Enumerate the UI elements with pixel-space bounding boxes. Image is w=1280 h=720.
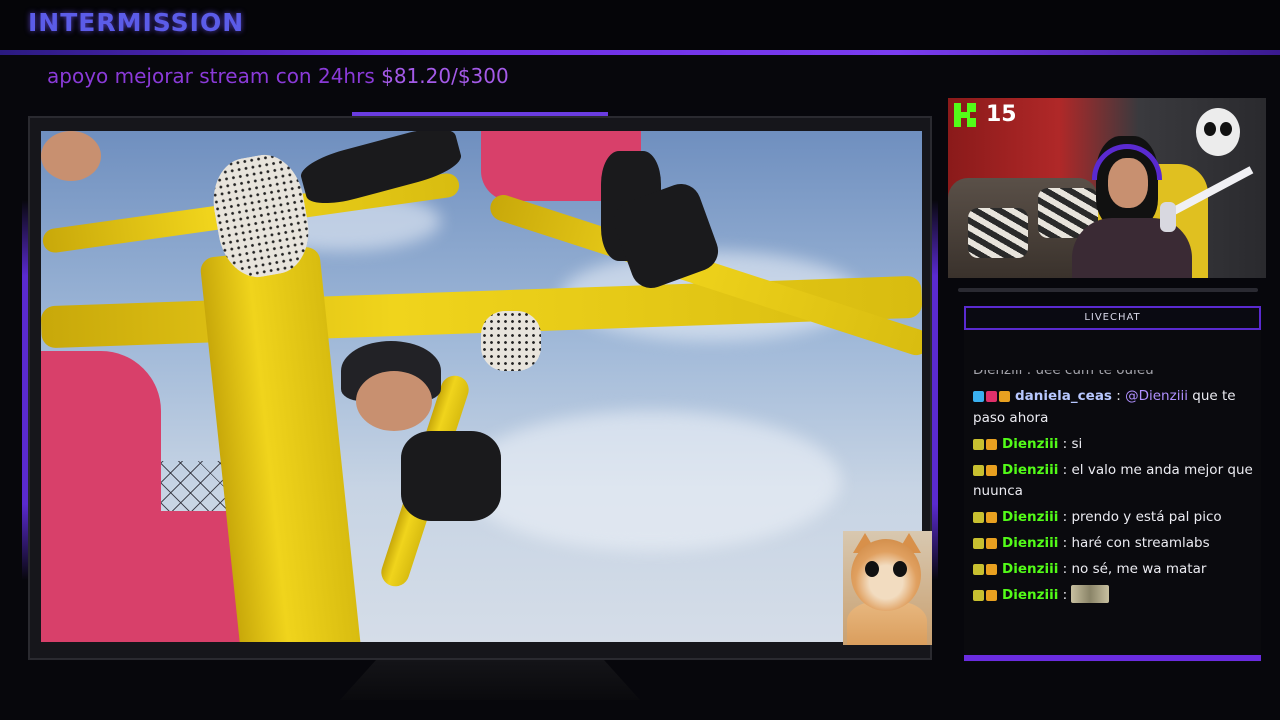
- frame-right-accent: [932, 200, 938, 580]
- top-bar: INTERMISSION: [0, 0, 1280, 50]
- crown-badge-icon: crown-badge-icon: [986, 512, 997, 523]
- crown-badge-icon: crown-badge-icon: [986, 564, 997, 575]
- chat-mention[interactable]: @Dienziii: [1125, 388, 1188, 404]
- panda-plush: [1196, 108, 1240, 156]
- chat-message: cat-badge-iconcrown-badge-iconDienziii :…: [973, 461, 1253, 499]
- person-face: [356, 371, 432, 431]
- chat-text: prendo y está pal pico: [1071, 509, 1222, 525]
- chat-message-partial: Dienziii : uee cum te ouleu: [973, 370, 1255, 380]
- crown-badge-icon: crown-badge-icon: [986, 538, 997, 549]
- chat-message: cat-badge-iconcrown-badge-iconDienziii :: [973, 585, 1255, 607]
- person-face: [41, 131, 101, 181]
- webcam-underline: [958, 288, 1258, 292]
- frame-top-accent: [352, 112, 608, 116]
- chat-header: LIVECHAT: [964, 306, 1261, 330]
- goal-text: apoyo mejorar stream con 24hrs: [47, 64, 375, 88]
- kick-logo-icon: [954, 102, 976, 127]
- chat-message: cat-badge-iconcrown-badge-iconDienziii :…: [973, 559, 1255, 581]
- crown-badge-icon: crown-badge-icon: [986, 590, 997, 601]
- chat-message: cat-badge-iconcrown-badge-iconDienziii :…: [973, 533, 1255, 555]
- donation-goal: apoyo mejorar stream con 24hrs $81.20/$3…: [47, 64, 509, 88]
- pillow: [968, 208, 1028, 258]
- goal-amount: $81.20/$300: [381, 64, 509, 88]
- cat-badge-icon: cat-badge-icon: [973, 512, 984, 523]
- emote-image: [1071, 585, 1110, 603]
- monitor-stand: [340, 660, 640, 700]
- chat-bottom-accent: [964, 655, 1261, 661]
- chat-messages[interactable]: Dienziii : uee cum te ouleu bot-iconhear…: [973, 370, 1255, 620]
- chat-username[interactable]: Dienziii: [1002, 462, 1058, 478]
- chat-text: haré con streamlabs: [1071, 535, 1210, 551]
- main-video: [41, 131, 922, 642]
- cat-badge-icon: cat-badge-icon: [973, 538, 984, 549]
- chat-username[interactable]: Dienziii: [1002, 436, 1058, 452]
- cloud: [461, 411, 841, 551]
- viewer-count: 15: [986, 102, 1017, 127]
- scene-title: INTERMISSION: [28, 8, 245, 37]
- chat-message: cat-badge-iconcrown-badge-iconDienziii :…: [973, 434, 1255, 456]
- partial-text: Dienziii : uee cum te ouleu: [973, 370, 1154, 378]
- microphone-icon: [1160, 202, 1176, 232]
- cat-eye: [893, 561, 907, 577]
- chat-username[interactable]: Dienziii: [1002, 587, 1058, 603]
- chat-username[interactable]: Dienziii: [1002, 509, 1058, 525]
- cat-badge-icon: cat-badge-icon: [973, 564, 984, 575]
- cat-eye: [865, 561, 879, 577]
- viewer-counter: 15: [954, 102, 1017, 127]
- elbow-pad: [401, 431, 501, 521]
- chat-message: bot-iconheart-badge-iconcrown-badge-icon…: [973, 388, 1236, 426]
- cat-overlay: [843, 531, 932, 645]
- chat-username[interactable]: Dienziii: [1002, 561, 1058, 577]
- chat-panel: LIVECHAT Dienziii : uee cum te ouleu bot…: [964, 306, 1261, 662]
- crown-badge-icon: crown-badge-icon: [999, 391, 1010, 402]
- chat-text: no sé, me wa matar: [1071, 561, 1207, 577]
- cat-badge-icon: cat-badge-icon: [973, 438, 984, 450]
- heart-badge-icon: heart-badge-icon: [986, 391, 997, 402]
- cat-badge-icon: cat-badge-icon: [973, 464, 984, 476]
- chat-text: si: [1071, 435, 1083, 452]
- glove: [481, 311, 541, 371]
- crown-badge-icon: crown-badge-icon: [986, 464, 997, 476]
- cat-badge-icon: cat-badge-icon: [973, 590, 984, 601]
- chat-message: cat-badge-iconcrown-badge-iconDienziii :…: [973, 507, 1255, 529]
- top-accent-line: [0, 50, 1280, 55]
- bot-icon: bot-icon: [973, 391, 984, 402]
- chat-username[interactable]: daniela_ceas: [1015, 388, 1112, 404]
- chat-username[interactable]: Dienziii: [1002, 535, 1058, 551]
- crown-badge-icon: crown-badge-icon: [986, 438, 997, 450]
- cat-head: [851, 539, 921, 611]
